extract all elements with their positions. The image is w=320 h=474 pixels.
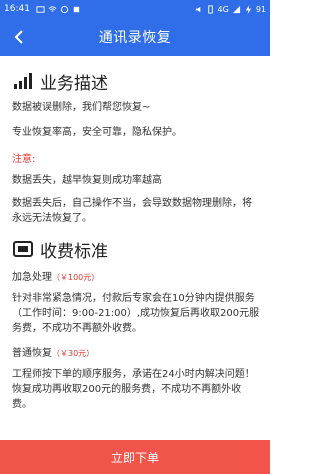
note-line-1: 数据丢失，越早恢复则成功率越高 <box>12 175 162 186</box>
notification-icon <box>36 5 45 13</box>
mute-icon <box>195 6 200 12</box>
urgent-label: 加急处理 <box>12 272 52 283</box>
business-section-title: 业务描述 <box>40 73 108 94</box>
vibrate-icon <box>207 4 213 14</box>
pricing-section-title: 收费标准 <box>40 241 108 262</box>
chevron-left-icon <box>14 30 23 44</box>
status-right-icons: 4G 91 <box>194 4 266 14</box>
note-label: 注意: <box>12 154 36 165</box>
urgent-price: （￥100元） <box>52 273 100 282</box>
status-left-icons <box>36 5 81 14</box>
status-bar: 16:41 4G 91 <box>0 0 270 18</box>
business-line-2: 专业恢复率高，安全可靠，隐私保护。 <box>12 127 182 138</box>
normal-description: 工程师按下单的顺序服务，承诺在24小时内解决问题！恢复成功再收取200元的服务费… <box>12 369 255 410</box>
status-time: 16:41 <box>4 4 30 14</box>
normal-option: 普通恢复（￥30元） <box>12 344 260 359</box>
app-bar: 通讯录恢复 <box>0 18 270 56</box>
battery-level: 91 <box>255 4 266 14</box>
billing-icon <box>12 240 34 258</box>
order-now-button[interactable]: 立即下单 <box>0 440 270 474</box>
wifi-icon <box>48 5 57 12</box>
business-line-1: 数据被误删除，我们帮您恢复~ <box>12 102 151 113</box>
pricing-section-header: 收费标准 <box>12 236 260 262</box>
note-line-2: 数据丢失后，自己操作不当，会导致数据物理删除，将永远无法恢复了。 <box>12 198 252 224</box>
normal-price: （￥30元） <box>52 349 95 358</box>
urgent-description: 针对非常紧急情况，付款后专家会在10分钟内提供服务（工作时间：9:00-21:0… <box>12 293 260 334</box>
main-content: 业务描述 数据被误删除，我们帮您恢复~ 专业恢复率高，安全可靠，隐私保护。 注意… <box>0 56 270 440</box>
back-button[interactable] <box>6 24 32 50</box>
network-type: 4G <box>217 4 229 14</box>
charging-icon <box>245 4 252 14</box>
signal-bars-icon <box>12 72 34 90</box>
page-title: 通讯录恢复 <box>98 30 172 46</box>
cell-signal-icon <box>232 5 240 13</box>
normal-label: 普通恢复 <box>12 348 52 359</box>
alarm-icon <box>60 5 69 13</box>
app-icon <box>73 6 80 12</box>
urgent-option: 加急处理（￥100元） <box>12 268 260 283</box>
business-section-header: 业务描述 <box>12 68 260 94</box>
